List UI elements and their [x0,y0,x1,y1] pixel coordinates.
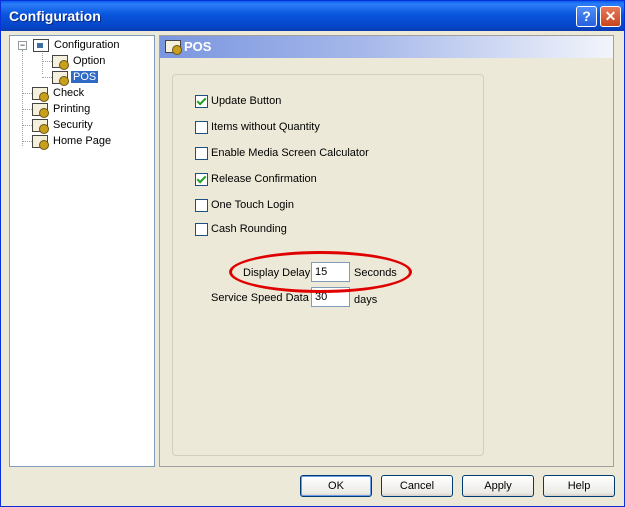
one-touch-login-checkbox[interactable]: One Touch Login [195,198,294,212]
gear-page-icon [32,86,49,102]
title-bar[interactable]: Configuration ? ✕ [1,1,624,31]
ok-button[interactable]: OK [300,475,372,497]
checkbox-label: Enable Media Screen Calculator [211,147,369,160]
tree-item-pos[interactable]: POS [52,69,99,86]
tree-item-label: Check [53,87,85,100]
checkbox-label: Update Button [211,95,282,108]
checkbox-box[interactable] [195,198,208,212]
checkbox-box[interactable] [195,222,208,236]
gear-page-icon [32,118,49,134]
configuration-window: Configuration ? ✕ − Configuration Option… [0,0,625,507]
tree-line [42,77,52,78]
update-button-checkbox[interactable]: Update Button [195,94,281,108]
checkbox-box[interactable] [195,172,208,186]
panel-header: POS [160,36,613,58]
checkbox-box[interactable] [195,120,208,134]
checkbox-box[interactable] [195,94,208,108]
pos-settings-panel: POS Update Button Items without Quantity… [159,35,614,467]
checkbox-label: One Touch Login [211,199,294,212]
tree-line [42,61,52,62]
checkbox-box[interactable] [195,146,208,160]
tree-line [22,141,32,142]
gear-page-icon [165,40,182,55]
service-speed-data-unit: days [354,294,378,306]
tree-item-label: Home Page [53,135,112,148]
checkbox-label: Items without Quantity [211,121,320,134]
tree-item-configuration[interactable]: Configuration [33,37,121,53]
collapse-toggle[interactable]: − [18,41,27,50]
gear-page-icon [52,70,69,86]
cash-rounding-checkbox[interactable]: Cash Rounding [195,222,287,236]
window-title: Configuration [9,8,101,24]
tree-item-label: POS [71,71,99,84]
help-button[interactable]: Help [543,475,615,497]
tree-item-label: Configuration [54,39,120,52]
checkbox-label: Release Confirmation [211,173,317,186]
checkbox-label: Cash Rounding [211,223,287,236]
tree-item-label: Security [53,119,93,132]
tree-item-option[interactable]: Option [52,53,107,70]
tree-line [22,125,32,126]
items-without-quantity-checkbox[interactable]: Items without Quantity [195,120,320,134]
tree-line [22,50,23,146]
tree-item-label: Option [73,55,106,68]
panel-title: POS [184,39,212,54]
cancel-button[interactable]: Cancel [381,475,453,497]
gear-page-icon [32,102,49,118]
apply-button[interactable]: Apply [462,475,534,497]
gear-page-icon [32,134,49,150]
help-title-button[interactable]: ? [576,6,597,27]
enable-media-screen-calculator-checkbox[interactable]: Enable Media Screen Calculator [195,146,369,160]
tree-item-printing[interactable]: Printing [32,101,92,118]
tree-line [42,50,43,74]
tree-line [22,93,32,94]
gear-page-icon [52,54,69,70]
close-button[interactable]: ✕ [600,6,621,27]
tree-item-label: Printing [53,103,91,116]
tree-line [22,109,32,110]
tree-item-security[interactable]: Security [32,117,95,134]
service-speed-data-label: Service Speed Data [211,292,309,304]
highlight-annotation [229,251,412,293]
config-tree: − Configuration Option POS Check Printin… [9,35,155,467]
tree-item-home-page[interactable]: Home Page [32,133,113,150]
tree-item-check[interactable]: Check [32,85,86,102]
release-confirmation-checkbox[interactable]: Release Confirmation [195,172,317,186]
config-root-icon [33,38,49,52]
